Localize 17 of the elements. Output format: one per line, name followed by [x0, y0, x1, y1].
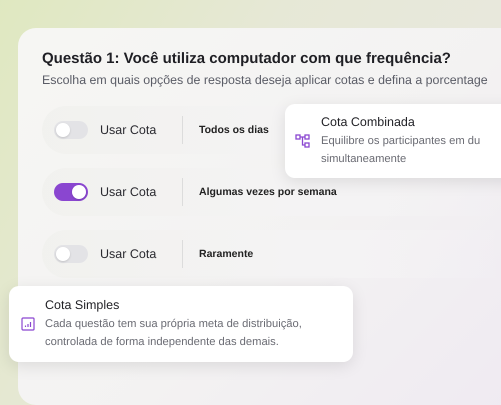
quota-toggle[interactable] [54, 121, 88, 139]
info-card-title: Cota Simples [45, 298, 120, 312]
toggle-label: Usar Cota [100, 123, 158, 137]
answer-option: Todos os dias [199, 124, 269, 136]
quota-toggle[interactable] [54, 245, 88, 263]
answer-option: Raramente [199, 248, 254, 260]
info-card-description: Cada questão tem sua própria meta de distribuição, controlada de forma independente das demais. [45, 316, 302, 350]
info-card-title: Cota Combinada [321, 114, 416, 128]
toggle-label: Usar Cota [100, 247, 158, 261]
question-subtitle: Escolha em quais opções de resposta deseja aplicar cotas e defina a porcentage [42, 73, 489, 87]
info-card-description: Equilibre os participantes em du simultaneamente [321, 134, 480, 166]
quota-toggle[interactable] [54, 183, 88, 201]
answer-option: Algumas vezes por semana [199, 186, 337, 198]
question-title: Questão 1: Você utiliza computador com que frequência? [42, 50, 452, 67]
bar-chart-icon [21, 317, 35, 331]
hierarchy-icon [295, 133, 311, 149]
toggle-label: Usar Cota [100, 185, 158, 199]
